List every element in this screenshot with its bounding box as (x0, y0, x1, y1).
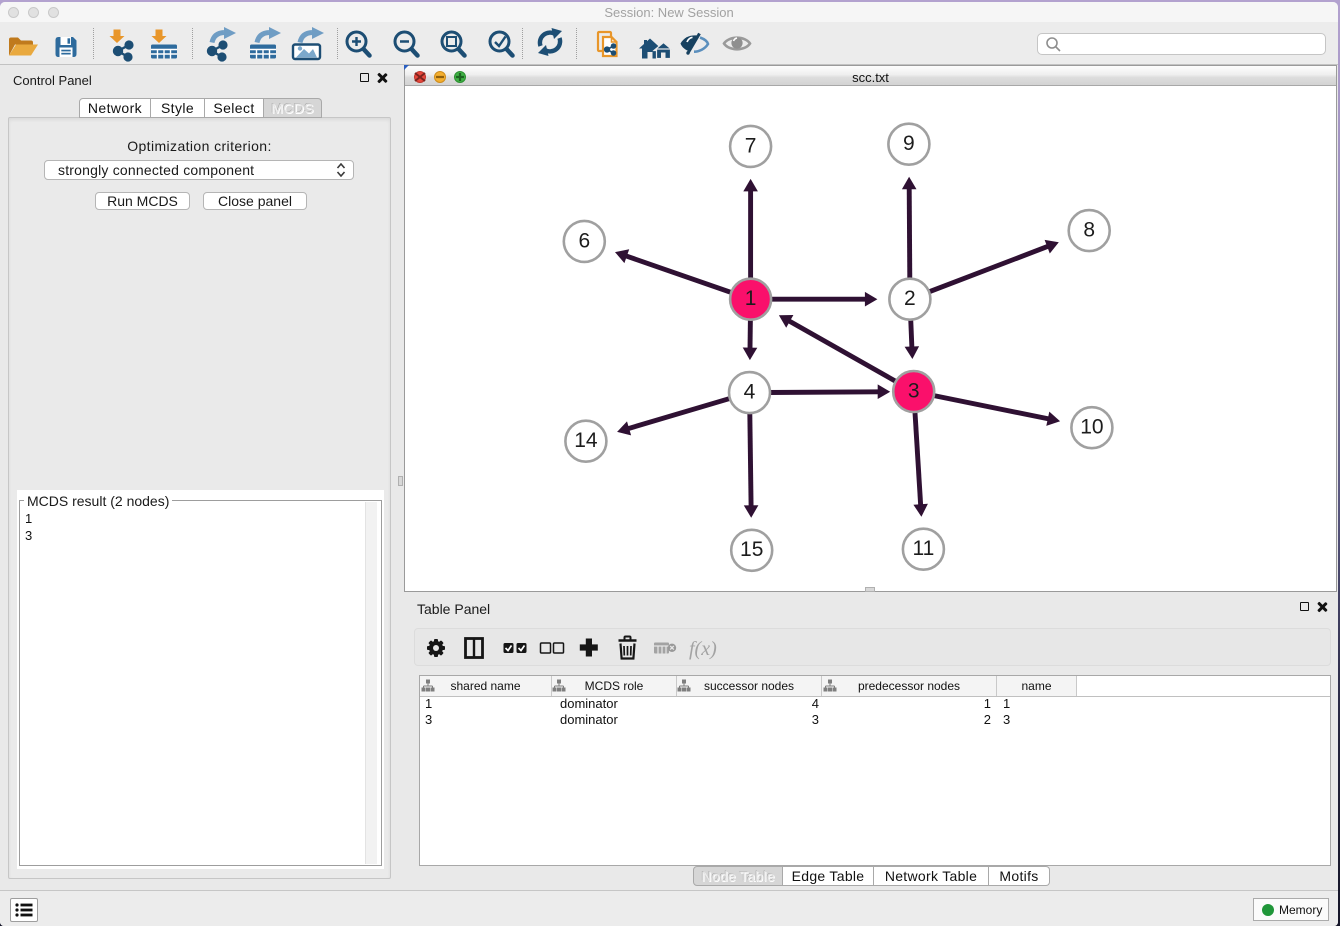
svg-text:3: 3 (908, 379, 920, 402)
svg-text:8: 8 (1083, 219, 1095, 242)
svg-text:11: 11 (912, 537, 934, 560)
svg-text:f(x): f(x) (689, 638, 717, 660)
svg-text:9: 9 (903, 132, 915, 155)
svg-text:6: 6 (578, 229, 590, 252)
svg-text:15: 15 (740, 538, 763, 561)
svg-text:4: 4 (744, 381, 756, 404)
svg-text:10: 10 (1080, 416, 1103, 439)
svg-text:2: 2 (904, 287, 916, 310)
svg-text:14: 14 (574, 429, 598, 452)
svg-text:1: 1 (745, 287, 757, 310)
svg-text:7: 7 (745, 134, 757, 157)
